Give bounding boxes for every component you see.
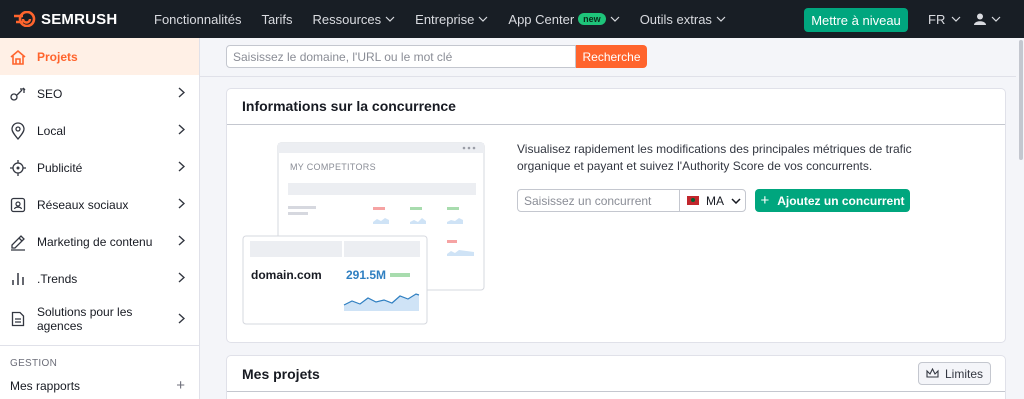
upgrade-button[interactable]: Mettre à niveau [804,8,908,32]
header-divider [200,76,1024,77]
seo-icon [9,85,27,103]
morocco-flag-icon [687,196,699,205]
nav-ressources[interactable]: Ressources [313,12,396,27]
sidebar-item-seo[interactable]: SEO [0,75,199,112]
sidebar-section-gestion: GESTION [10,358,58,369]
crown-icon [926,368,939,378]
sidebar-item-label: .Trends [37,271,78,286]
card-divider [227,124,1005,125]
add-competitor-button[interactable]: + Ajoutez un concurrent [755,189,910,212]
sidebar-item-label: Local [37,123,66,138]
sidebar-item-label: Solutions pour les agences [37,305,133,333]
search-input[interactable]: Saisissez le domaine, l'URL ou le mot cl… [226,45,576,68]
scrollbar-thumb[interactable] [1019,40,1023,160]
country-select[interactable]: MA [679,189,746,212]
document-icon [9,310,27,328]
chevron-down-icon [716,16,726,22]
language-selector[interactable]: FR [928,0,961,38]
projects-card: Mes projets [226,355,1006,399]
pencil-icon [9,233,27,251]
language-label: FR [928,11,946,27]
sidebar-item-label: Marketing de contenu [37,234,153,249]
main-nav: Fonctionnalités Tarifs Ressources Entrep… [154,0,746,38]
chevron-right-icon [178,235,185,246]
sidebar-item-mes-rapports[interactable]: Mes rapports + [0,377,199,394]
sidebar-item-projets[interactable]: Projets [0,38,199,75]
nav-fonctionnalites[interactable]: Fonctionnalités [154,12,241,27]
chevron-right-icon [178,161,185,172]
sidebar-item-publicite[interactable]: Publicité [0,149,199,186]
country-code: MA [706,193,724,208]
illustration-domain: domain.com [251,268,322,282]
competitor-input[interactable]: Saisissez un concurrent [517,189,680,212]
home-icon [9,48,27,66]
sidebar-item-marketing-de-contenu[interactable]: Marketing de contenu [0,223,199,260]
sidebar-item-label: Projets [37,49,78,64]
sidebar-item-label: Réseaux sociaux [37,197,129,212]
chevron-right-icon [178,124,185,135]
chevron-down-icon [731,197,741,204]
chevron-right-icon [178,87,185,98]
limits-label: Limites [944,366,983,381]
sidebar: Projets SEO Local Publicité Réseaux soci… [0,38,200,399]
new-badge: new [578,13,606,25]
chevron-down-icon [951,16,961,22]
bars-icon [9,270,27,288]
illustration-window-title: MY COMPETITORS [290,162,376,172]
nav-outils-extras[interactable]: Outils extras [640,12,726,27]
chevron-right-icon [178,272,185,283]
chevron-right-icon [178,198,185,209]
add-competitor-label: Ajoutez un concurrent [777,193,905,208]
sidebar-item-label: Publicité [37,160,83,175]
search-button[interactable]: Recherche [576,45,647,68]
sidebar-item-local[interactable]: Local [0,112,199,149]
logo-text: SEMRUSH [41,10,118,28]
sidebar-item-trends[interactable]: .Trends [0,260,199,297]
sidebar-item-label: SEO [37,86,63,101]
location-pin-icon [9,121,27,140]
user-menu[interactable] [974,0,1001,38]
nav-app-center[interactable]: App Center new [508,12,620,27]
nav-entreprise[interactable]: Entreprise [415,12,488,27]
add-report-icon[interactable]: + [176,377,185,394]
chevron-right-icon [178,313,185,324]
competitors-description: Visualisez rapidement les modifications … [517,142,912,173]
social-icon [9,196,27,214]
sidebar-item-solutions-agences[interactable]: Solutions pour les agences [0,297,199,341]
chevron-down-icon [610,16,620,22]
semrush-logo[interactable]: SEMRUSH [14,11,154,28]
chevron-down-icon [478,16,488,22]
sidebar-item-reseaux-sociaux[interactable]: Réseaux sociaux [0,186,199,223]
card-divider [227,391,1005,392]
chevron-down-icon [991,16,1001,22]
chevron-down-icon [385,16,395,22]
nav-tarifs[interactable]: Tarifs [261,12,292,27]
projects-title: Mes projets [242,366,320,382]
sidebar-item-label: Mes rapports [10,379,81,393]
plus-icon: + [760,192,770,209]
semrush-logo-icon [14,11,36,27]
limits-button[interactable]: Limites [918,362,991,385]
competitors-title: Informations sur la concurrence [242,98,456,114]
target-icon [9,159,27,177]
illustration-value: 291.5M [346,268,387,282]
sidebar-divider [0,345,199,346]
user-icon [974,13,986,25]
